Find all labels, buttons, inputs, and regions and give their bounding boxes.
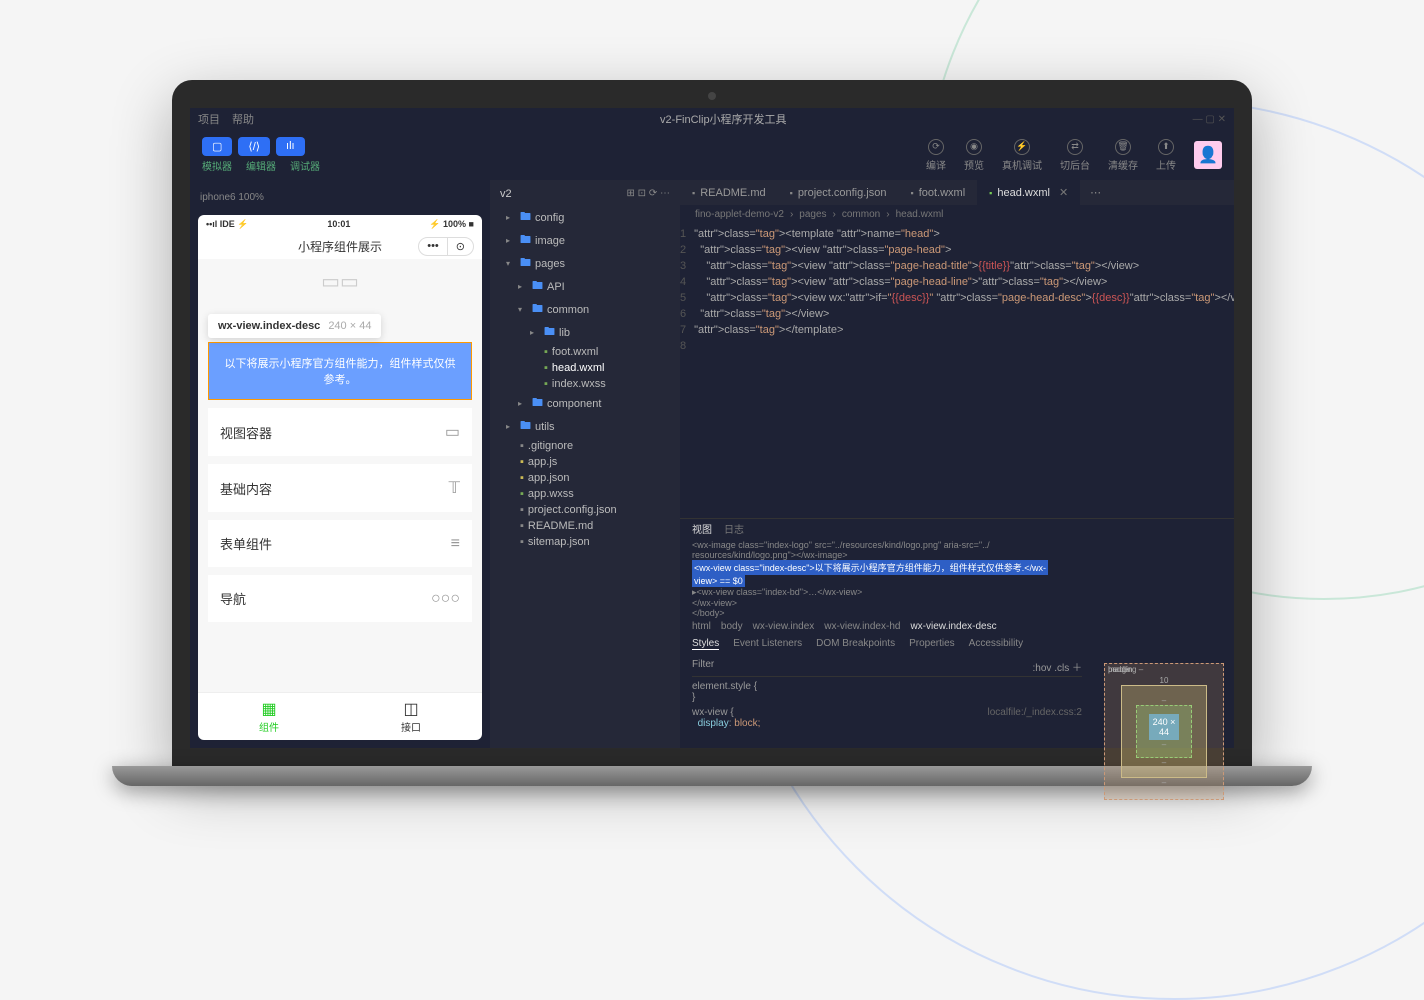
folder-icon: 🖿: [520, 254, 531, 273]
tree-node[interactable]: ▸🖿config: [490, 206, 680, 229]
tree-node[interactable]: ▸🖿lib: [490, 321, 680, 344]
file-explorer: v2 ⊞ ⊡ ⟳ ⋯ ▸🖿config▸🖿image▾🖿pages▸🖿API▾🖿…: [490, 180, 680, 748]
capsule-button[interactable]: •••⊙: [418, 237, 474, 256]
file-icon: ▪: [544, 378, 548, 390]
tree-node[interactable]: ▪app.json: [490, 470, 680, 486]
miniapp-title: 小程序组件展示: [298, 238, 382, 255]
tree-node[interactable]: ▸🖿API: [490, 275, 680, 298]
list-item[interactable]: 表单组件≡: [208, 520, 472, 567]
phone-simulator[interactable]: ••ıl IDE ⚡ 10:01 ⚡ 100% ■ 小程序组件展示 •••⊙ ▭…: [198, 215, 482, 740]
ide-app: 项目帮助 v2-FinClip小程序开发工具 — ▢ ✕ ▢ ⟨/⟩ ılı 模…: [190, 108, 1234, 748]
list-item[interactable]: 基础内容𝕋: [208, 464, 472, 512]
inspect-tooltip: wx-view.index-desc240 × 44: [208, 314, 381, 338]
action-清缓存[interactable]: 🗑清缓存: [1108, 139, 1138, 172]
devtool-tab[interactable]: Properties: [909, 638, 955, 650]
action-预览[interactable]: ◉预览: [964, 139, 984, 172]
tree-node[interactable]: ▾🖿pages: [490, 252, 680, 275]
file-icon: ▪: [520, 440, 524, 452]
dom-inspector[interactable]: <wx-image class="index-logo" src="../res…: [680, 538, 1234, 618]
folder-icon: 🖿: [544, 323, 555, 342]
file-icon: ▪: [520, 520, 524, 532]
toolbar: ▢ ⟨/⟩ ılı 模拟器编辑器调试器 ⟳编译◉预览⚡真机调试⇄切后台🗑清缓存⬆…: [190, 130, 1234, 180]
editor-tab[interactable]: ▪README.md: [680, 180, 778, 205]
close-icon: ✕: [1059, 186, 1068, 199]
folder-icon: 🖿: [520, 417, 531, 436]
devtool-tab[interactable]: Event Listeners: [733, 638, 802, 650]
simulator-pane: iphone6 100% ••ıl IDE ⚡ 10:01 ⚡ 100% ■ 小…: [190, 180, 490, 748]
file-icon: ▪: [520, 472, 524, 484]
styles-panel[interactable]: Filter :hov .cls ＋ element.style {}</spa…: [680, 653, 1094, 748]
folder-icon: 🖿: [532, 277, 543, 296]
action-编译[interactable]: ⟳编译: [926, 139, 946, 172]
tree-node[interactable]: ▸🖿image: [490, 229, 680, 252]
avatar[interactable]: 👤: [1194, 141, 1222, 169]
file-icon: ▪: [520, 456, 524, 468]
tree-node[interactable]: ▸🖿utils: [490, 415, 680, 438]
list-item[interactable]: 导航○○○: [208, 575, 472, 622]
tab-overflow[interactable]: ⋯: [1080, 180, 1111, 205]
devtools-pane: 视图日志 <wx-image class="index-logo" src=".…: [680, 518, 1234, 748]
file-icon: ▪: [520, 504, 524, 516]
folder-icon: 🖿: [532, 394, 543, 413]
tabbar-组件[interactable]: ▦组件: [198, 693, 340, 740]
titlebar: 项目帮助 v2-FinClip小程序开发工具 — ▢ ✕: [190, 108, 1234, 130]
folder-icon: 🖿: [520, 208, 531, 227]
box-model: margin 10 border – padding – 240 × 44 – …: [1094, 653, 1234, 748]
editor-toggle[interactable]: ⟨/⟩: [238, 137, 270, 156]
tree-node[interactable]: ▾🖿common: [490, 298, 680, 321]
explorer-actions[interactable]: ⊞ ⊡ ⟳ ⋯: [627, 188, 670, 200]
menu-帮助[interactable]: 帮助: [232, 111, 254, 127]
tree-node[interactable]: ▪head.wxml: [490, 360, 680, 376]
simulator-toggle[interactable]: ▢: [202, 137, 232, 156]
file-icon: ▪: [520, 536, 524, 548]
tree-node[interactable]: ▪app.wxss: [490, 486, 680, 502]
device-label: iphone6 100%: [198, 188, 482, 207]
styles-hov[interactable]: :hov .cls ＋: [1033, 659, 1082, 674]
action-真机调试[interactable]: ⚡真机调试: [1002, 139, 1042, 172]
window-controls[interactable]: — ▢ ✕: [1193, 114, 1226, 125]
editor-pane: ▪README.md▪project.config.json▪foot.wxml…: [680, 180, 1234, 748]
tabbar-接口[interactable]: ◫接口: [340, 693, 482, 740]
editor-tab[interactable]: ▪head.wxml✕: [977, 180, 1080, 205]
editor-tab[interactable]: ▪foot.wxml: [898, 180, 977, 205]
selected-element[interactable]: 以下将展示小程序官方组件能力，组件样式仅供参考。: [208, 342, 472, 400]
file-icon: ▪: [544, 346, 548, 358]
tree-node[interactable]: ▪foot.wxml: [490, 344, 680, 360]
debugger-toggle[interactable]: ılı: [276, 137, 305, 156]
action-切后台[interactable]: ⇄切后台: [1060, 139, 1090, 172]
tree-node[interactable]: ▪app.js: [490, 454, 680, 470]
action-上传[interactable]: ⬆上传: [1156, 139, 1176, 172]
tree-node[interactable]: ▸🖿component: [490, 392, 680, 415]
laptop-frame: 项目帮助 v2-FinClip小程序开发工具 — ▢ ✕ ▢ ⟨/⟩ ılı 模…: [172, 80, 1252, 786]
tree-node[interactable]: ▪sitemap.json: [490, 534, 680, 550]
status-time: 10:01: [327, 219, 350, 230]
menu-项目[interactable]: 项目: [198, 111, 220, 127]
project-root: v2: [500, 188, 512, 200]
editor-tab[interactable]: ▪project.config.json: [778, 180, 899, 205]
tree-node[interactable]: ▪index.wxss: [490, 376, 680, 392]
list-item[interactable]: 视图容器▭: [208, 408, 472, 456]
styles-filter[interactable]: Filter: [692, 659, 714, 674]
folder-icon: 🖿: [532, 300, 543, 319]
devtool-tab[interactable]: Accessibility: [969, 638, 1023, 650]
tree-node[interactable]: ▪README.md: [490, 518, 680, 534]
folder-icon: 🖿: [520, 231, 531, 250]
tree-node[interactable]: ▪project.config.json: [490, 502, 680, 518]
devtool-tab[interactable]: Styles: [692, 638, 719, 650]
breadcrumb[interactable]: fino-applet-demo-v2›pages›common›head.wx…: [680, 205, 1234, 224]
file-icon: ▪: [544, 362, 548, 374]
tree-node[interactable]: ▪.gitignore: [490, 438, 680, 454]
code-editor[interactable]: 12345678 "attr">class="tag"><template "a…: [680, 224, 1234, 518]
status-battery: ⚡ 100% ■: [429, 219, 474, 230]
status-signal: ••ıl IDE ⚡: [206, 219, 249, 230]
window-title: v2-FinClip小程序开发工具: [660, 111, 787, 127]
file-icon: ▪: [520, 488, 524, 500]
devtool-tab[interactable]: DOM Breakpoints: [816, 638, 895, 650]
